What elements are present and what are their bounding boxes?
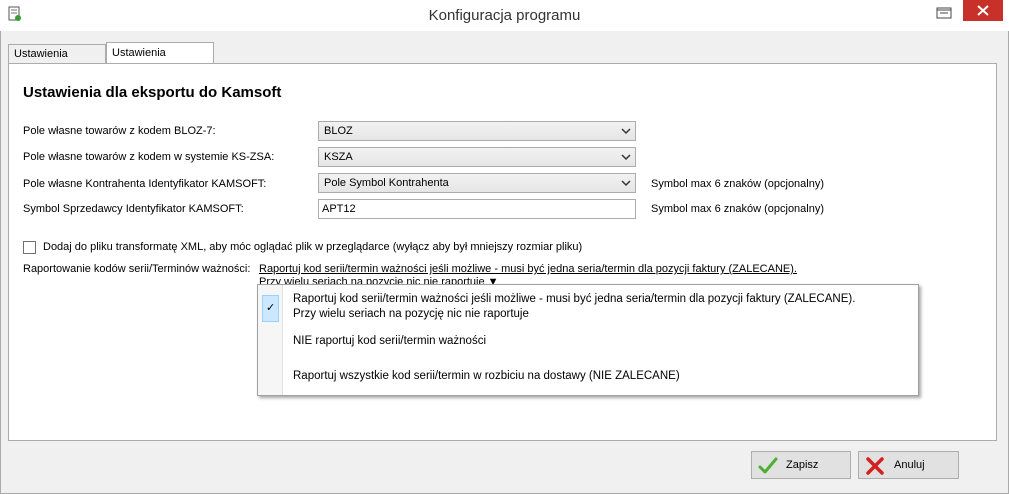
xml-transform-checkbox[interactable]	[23, 241, 36, 254]
option-line: Raportuj wszystkie kod serii/termin w ro…	[293, 370, 680, 382]
contractor-note: Symbol max 6 znaków (opcjonalny)	[651, 178, 825, 190]
option-line: Raportuj kod serii/termin ważności jeśli…	[293, 293, 856, 305]
serial-reporting-dropdown: ✓ Raportuj kod serii/termin ważności jeś…	[257, 284, 919, 396]
restore-icon[interactable]	[936, 7, 952, 19]
seller-symbol-value: APT12	[322, 203, 356, 215]
seller-note: Symbol max 6 znaków (opcjonalny)	[651, 203, 825, 215]
checkmark-icon	[758, 457, 778, 474]
bloz-select-value: BLOZ	[324, 125, 353, 137]
dropdown-option-recommended[interactable]: Raportuj kod serii/termin ważności jeśli…	[293, 292, 855, 322]
contractor-id-select[interactable]: Pole Symbol Kontrahenta	[318, 173, 636, 193]
option-line: NIE raportuj kod serii/termin ważności	[293, 335, 487, 347]
dropdown-option-all-deliveries[interactable]: Raportuj wszystkie kod serii/termin w ro…	[293, 369, 680, 384]
ksza-select-value: KSZA	[324, 151, 353, 163]
serial-reporting-selected-line1: Raportuj kod serii/termin ważności jeśli…	[259, 263, 797, 275]
section-heading: Ustawienia dla eksportu do Kamsoft	[23, 84, 282, 101]
window-title: Konfiguracja programu	[428, 7, 581, 24]
tab-general-settings[interactable]: Ustawienia ogólne	[8, 44, 106, 79]
bloz-select[interactable]: BLOZ	[318, 121, 636, 141]
ksza-select[interactable]: KSZA	[318, 147, 636, 167]
field-label-bloz: Pole własne towarów z kodem BLOZ-7:	[23, 125, 216, 137]
chevron-down-icon	[621, 180, 631, 187]
seller-symbol-input[interactable]: APT12	[318, 199, 636, 219]
contractor-id-select-value: Pole Symbol Kontrahenta	[324, 177, 449, 189]
field-label-ksza: Pole własne towarów z kodem w systemie K…	[23, 151, 275, 163]
field-label-contractor: Pole własne Kontrahenta Identyfikator KA…	[23, 178, 267, 190]
cancel-button-label: Anuluj	[894, 459, 925, 471]
serial-reporting-label: Raportowanie kodów serii/Terminów ważnoś…	[23, 263, 251, 275]
cancel-x-icon	[866, 457, 884, 475]
xml-transform-label[interactable]: Dodaj do pliku transformatę XML, aby móc…	[43, 241, 582, 253]
tab-kamsoft-settings[interactable]: Ustawienia Kamsoft	[106, 42, 214, 80]
cancel-button[interactable]: Anuluj	[858, 451, 959, 479]
save-button[interactable]: Zapisz	[751, 451, 851, 479]
field-label-seller: Symbol Sprzedawcy Identyfikator KAMSOFT:	[23, 203, 244, 215]
check-icon: ✓	[266, 302, 276, 314]
chevron-down-icon	[621, 154, 631, 161]
close-button[interactable]	[963, 0, 1003, 21]
option-line: Przy wielu seriach na pozycję nic nie ra…	[293, 308, 529, 320]
dropdown-option-no-report[interactable]: NIE raportuj kod serii/termin ważności	[293, 334, 486, 349]
chevron-down-icon	[621, 128, 631, 135]
selected-option-marker: ✓	[262, 295, 279, 322]
close-icon	[977, 5, 989, 16]
save-button-label: Zapisz	[786, 459, 819, 471]
